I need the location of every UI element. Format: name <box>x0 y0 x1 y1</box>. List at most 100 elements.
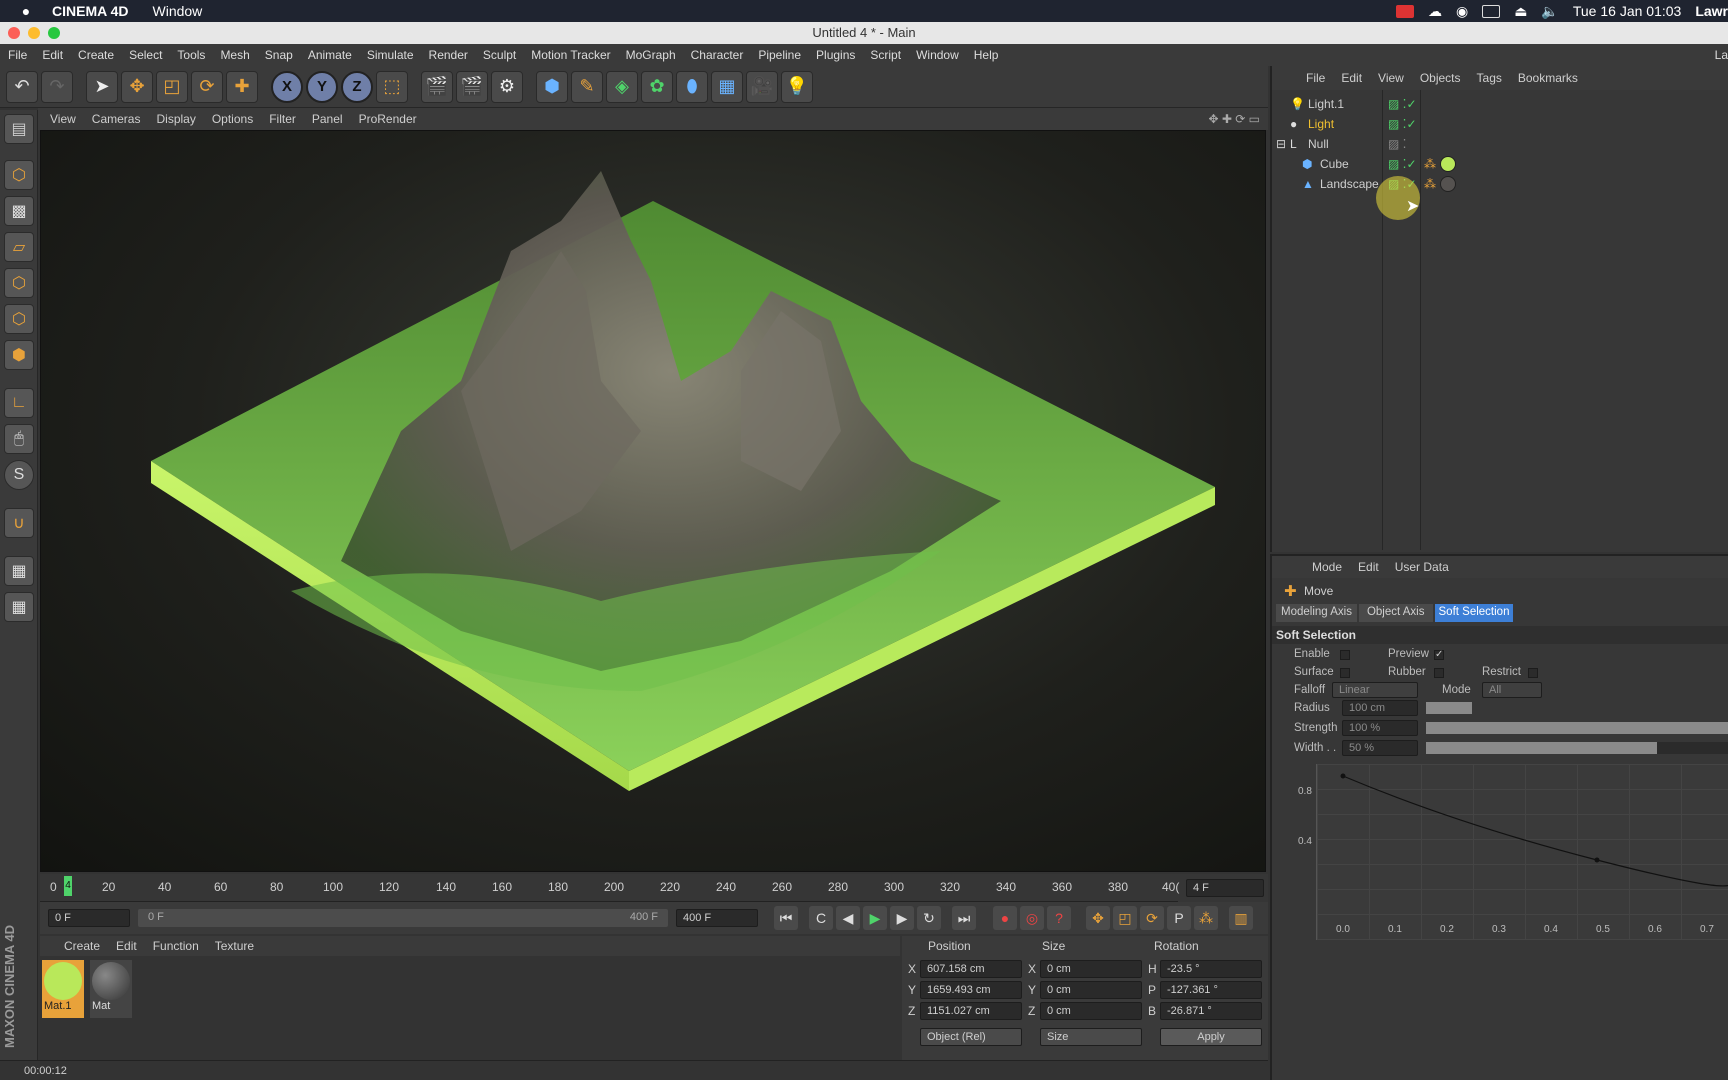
position-x-field[interactable]: 607.158 cm <box>920 960 1022 978</box>
viewport-menu-view[interactable]: View <box>50 112 76 126</box>
rotate-icon[interactable]: ⟳ <box>191 70 223 103</box>
object-row-landscape[interactable]: ▲ Landscape ▨ ⁚✓ ⁂ <box>1272 174 1728 194</box>
previous-frame-icon[interactable]: ◀ <box>836 906 860 930</box>
obj-menu-bookmarks[interactable]: Bookmarks <box>1518 71 1578 85</box>
enable-checkbox[interactable] <box>1340 650 1350 660</box>
material-mat[interactable]: Mat <box>90 960 132 1018</box>
menu-sculpt[interactable]: Sculpt <box>483 48 516 62</box>
render-picture-viewer-icon[interactable]: 🎬 <box>456 70 488 103</box>
object-row-light1[interactable]: 💡 Light.1 ▨ ⁚✓ <box>1272 94 1728 114</box>
tab-soft-selection[interactable]: Soft Selection <box>1434 604 1514 622</box>
clock[interactable]: Tue 16 Jan 01:03 <box>1573 3 1681 19</box>
menu-mograph[interactable]: MoGraph <box>626 48 676 62</box>
menu-help[interactable]: Help <box>974 48 999 62</box>
autokeying-icon[interactable]: ◎ <box>1020 906 1044 930</box>
restrict-checkbox[interactable] <box>1528 668 1538 678</box>
position-z-field[interactable]: 1151.027 cm <box>920 1002 1022 1020</box>
render-settings-icon[interactable]: ⚙ <box>491 70 523 103</box>
mat-menu-function[interactable]: Function <box>153 939 199 953</box>
viewport-menu-prorender[interactable]: ProRender <box>359 112 417 126</box>
eject-icon[interactable]: ⏏ <box>1514 3 1527 20</box>
record-icon[interactable] <box>1395 4 1414 18</box>
cloner-icon[interactable]: ✿ <box>641 70 673 103</box>
playhead[interactable]: 4 <box>64 876 72 896</box>
mat-menu-edit[interactable]: Edit <box>116 939 137 953</box>
axis-mode-icon[interactable]: ∟ <box>4 388 34 418</box>
current-frame-field[interactable]: 4 F <box>1186 879 1264 897</box>
viewport-menu-panel[interactable]: Panel <box>312 112 343 126</box>
go-to-start-icon[interactable]: ⏮ <box>774 906 798 930</box>
preview-checkbox[interactable]: ✓ <box>1434 650 1444 660</box>
visibility-check-icon[interactable]: ▨ ⁚✓ <box>1388 114 1417 134</box>
scheme-settings-icon[interactable]: ▥ <box>1229 906 1253 930</box>
mat-menu-texture[interactable]: Texture <box>215 939 254 953</box>
add-icon[interactable]: ✚ <box>226 70 258 103</box>
previous-key-icon[interactable]: C <box>809 906 833 930</box>
mode-select[interactable]: All <box>1482 682 1542 698</box>
render-view-icon[interactable]: 🎬 <box>421 70 453 103</box>
user-name[interactable]: Lawr <box>1695 3 1728 19</box>
start-frame-field[interactable]: 0 F <box>48 909 130 927</box>
position-y-field[interactable]: 1659.493 cm <box>920 981 1022 999</box>
workplane-mode-icon[interactable]: ▱ <box>4 232 34 262</box>
coordinate-system-icon[interactable]: ⬚ <box>376 70 408 103</box>
tab-object-axis[interactable]: Object Axis <box>1358 604 1433 622</box>
make-editable-icon[interactable]: ▤ <box>4 114 34 144</box>
locked-workplane-icon[interactable]: ▦ <box>4 556 34 586</box>
rotation-p-field[interactable]: -127.361 ° <box>1160 981 1262 999</box>
select-arrow-icon[interactable]: ➤ <box>86 70 118 103</box>
surface-checkbox[interactable] <box>1340 668 1350 678</box>
phong-tag-icon[interactable]: ⁂ <box>1424 154 1436 174</box>
viewport-menu-options[interactable]: Options <box>212 112 253 126</box>
deformer-icon[interactable]: ⬮ <box>676 70 708 103</box>
obj-menu-objects[interactable]: Objects <box>1420 71 1461 85</box>
size-mode-select[interactable]: Size <box>1040 1028 1142 1046</box>
apply-button[interactable]: Apply <box>1160 1028 1262 1046</box>
tab-modeling-axis[interactable]: Modeling Axis <box>1276 604 1357 622</box>
visibility-check-icon[interactable]: ▨ ⁚✓ <box>1388 94 1417 114</box>
obj-menu-file[interactable]: File <box>1306 71 1325 85</box>
cube-primitive-icon[interactable]: ⬢ <box>536 70 568 103</box>
camera-icon[interactable]: 🎥 <box>746 70 778 103</box>
record-scale-icon[interactable]: ◰ <box>1113 906 1137 930</box>
menu-simulate[interactable]: Simulate <box>367 48 414 62</box>
size-z-field[interactable]: 0 cm <box>1040 1002 1142 1020</box>
obj-menu-view[interactable]: View <box>1378 71 1404 85</box>
radius-field[interactable]: 100 cm <box>1342 700 1418 716</box>
menu-create[interactable]: Create <box>78 48 114 62</box>
radius-slider[interactable] <box>1426 702 1472 714</box>
menu-tools[interactable]: Tools <box>177 48 205 62</box>
coordinate-mode-select[interactable]: Object (Rel) <box>920 1028 1022 1046</box>
x-axis-lock-button[interactable]: X <box>271 70 303 103</box>
attr-menu-user-data[interactable]: User Data <box>1395 560 1449 574</box>
3d-viewport[interactable] <box>40 130 1266 872</box>
y-axis-lock-button[interactable]: Y <box>306 70 338 103</box>
viewport-menu-cameras[interactable]: Cameras <box>92 112 141 126</box>
rotation-h-field[interactable]: -23.5 ° <box>1160 960 1262 978</box>
strength-slider[interactable] <box>1426 722 1728 734</box>
visibility-icon[interactable]: ▨ ⁚ <box>1388 134 1407 154</box>
menu-pipeline[interactable]: Pipeline <box>758 48 801 62</box>
tweak-mode-icon[interactable]: 🖱 <box>4 424 34 454</box>
close-window-icon[interactable] <box>8 27 20 39</box>
minimize-window-icon[interactable] <box>28 27 40 39</box>
eye-icon[interactable]: ◉ <box>1456 3 1468 20</box>
light-icon[interactable]: 💡 <box>781 70 813 103</box>
record-active-objects-icon[interactable]: ● <box>993 906 1017 930</box>
collapse-icon[interactable]: ⊟ <box>1276 134 1286 154</box>
material-tag-icon[interactable] <box>1440 176 1456 192</box>
menu-plugins[interactable]: Plugins <box>816 48 855 62</box>
menu-select[interactable]: Select <box>129 48 162 62</box>
width-slider[interactable] <box>1426 742 1728 754</box>
menu-render[interactable]: Render <box>429 48 468 62</box>
width-field[interactable]: 50 % <box>1342 740 1418 756</box>
menu-file[interactable]: File <box>8 48 27 62</box>
record-position-icon[interactable]: ✥ <box>1086 906 1110 930</box>
redo-icon[interactable]: ↷ <box>41 70 73 103</box>
size-y-field[interactable]: 0 cm <box>1040 981 1142 999</box>
menu-layout-truncated[interactable]: La <box>1715 48 1728 62</box>
snap-magnet-icon[interactable]: ∪ <box>4 508 34 538</box>
next-frame-icon[interactable]: ▶ <box>890 906 914 930</box>
end-frame-field[interactable]: 400 F <box>676 909 758 927</box>
polygons-mode-icon[interactable]: ⬢ <box>4 340 34 370</box>
